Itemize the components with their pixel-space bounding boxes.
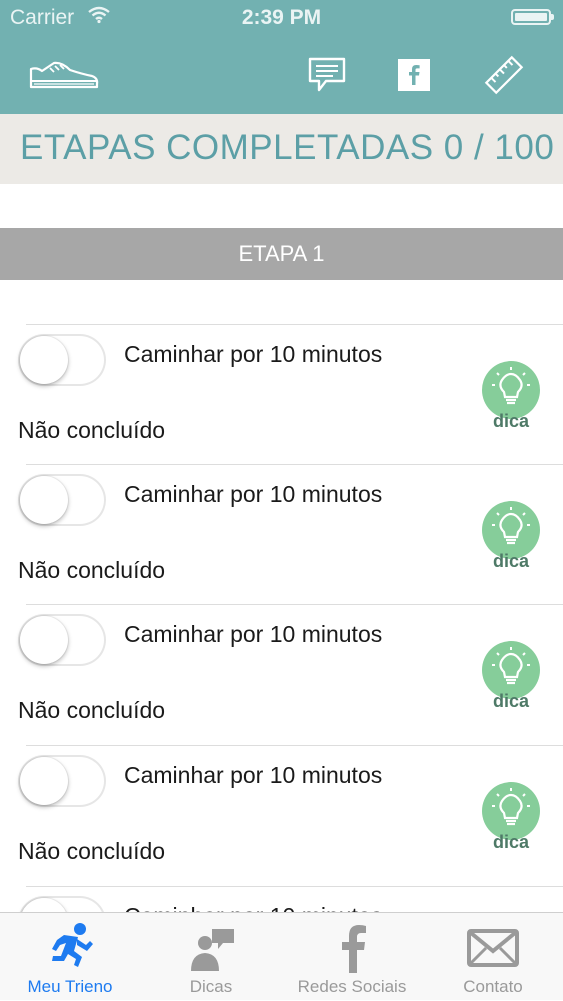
- task-title: Caminhar por 10 minutos: [124, 341, 383, 367]
- progress-title: ETAPAS COMPLETADAS 0 / 100: [20, 128, 555, 167]
- task-title: Caminhar por 10 minutos: [124, 481, 383, 507]
- row-divider: [26, 464, 563, 465]
- completion-toggle[interactable]: [18, 896, 106, 912]
- facebook-icon[interactable]: [397, 58, 431, 97]
- completion-toggle[interactable]: [18, 334, 106, 386]
- task-row: Caminhar por 10 minutos Não concluído di…: [0, 745, 563, 885]
- tab-dicas[interactable]: Dicas: [141, 913, 281, 1001]
- task-status: Não concluído: [18, 557, 166, 583]
- tab-label: Meu Trieno: [27, 977, 113, 996]
- tab-label: Contato: [463, 977, 523, 996]
- battery-icon: [511, 9, 554, 25]
- tip-button[interactable]: dica: [480, 782, 542, 856]
- runner-icon: [52, 923, 93, 967]
- section-header: ETAPA 1: [0, 228, 563, 280]
- status-bar: Carrier 2:39 PM: [0, 0, 563, 36]
- tips-icon: [191, 929, 234, 971]
- toggle-knob: [20, 898, 68, 912]
- completion-toggle[interactable]: [18, 614, 106, 666]
- toggle-knob: [20, 616, 68, 664]
- row-divider: [26, 745, 563, 746]
- nav-bar: [0, 36, 563, 114]
- toggle-knob: [20, 757, 68, 805]
- task-title: Caminhar por 10 minutos: [124, 903, 382, 912]
- row-divider: [26, 886, 563, 887]
- chat-bubble-icon[interactable]: [307, 56, 347, 99]
- envelope-icon: [467, 929, 519, 967]
- tab-bar: Meu Trieno Dicas Redes Sociais Contato: [0, 912, 563, 1000]
- tip-button[interactable]: dica: [480, 361, 542, 435]
- tip-label: dica: [492, 832, 530, 852]
- tip-label: dica: [492, 691, 530, 711]
- task-title: Caminhar por 10 minutos: [124, 762, 383, 788]
- task-row: Caminhar por 10 minutos: [0, 886, 563, 912]
- row-divider: [26, 324, 563, 325]
- task-row: Caminhar por 10 minutos Não concluído di…: [0, 324, 563, 464]
- row-divider: [26, 604, 563, 605]
- task-row: Caminhar por 10 minutos Não concluído di…: [0, 604, 563, 744]
- completion-toggle[interactable]: [18, 755, 106, 807]
- tab-label: Dicas: [189, 977, 233, 996]
- tab-meu-trieno[interactable]: Meu Trieno: [0, 913, 140, 1001]
- facebook-icon: [342, 925, 366, 973]
- task-status: Não concluído: [18, 838, 166, 864]
- toggle-knob: [20, 476, 68, 524]
- task-title: Caminhar por 10 minutos: [124, 621, 383, 647]
- completion-toggle[interactable]: [18, 474, 106, 526]
- task-status: Não concluído: [18, 417, 166, 443]
- tip-label: dica: [492, 551, 530, 571]
- tab-redes-sociais[interactable]: Redes Sociais: [282, 913, 422, 1001]
- tip-label: dica: [492, 411, 530, 431]
- tab-label: Redes Sociais: [297, 977, 407, 996]
- progress-banner: ETAPAS COMPLETADAS 0 / 100: [0, 114, 563, 184]
- status-time: 2:39 PM: [241, 6, 322, 29]
- ruler-icon[interactable]: [483, 54, 525, 101]
- sneaker-icon[interactable]: [28, 56, 100, 97]
- toggle-knob: [20, 336, 68, 384]
- task-row: Caminhar por 10 minutos Não concluído di…: [0, 464, 563, 604]
- task-status: Não concluído: [18, 697, 166, 723]
- tip-button[interactable]: dica: [480, 641, 542, 715]
- tip-button[interactable]: dica: [480, 501, 542, 575]
- tab-contato[interactable]: Contato: [423, 913, 563, 1001]
